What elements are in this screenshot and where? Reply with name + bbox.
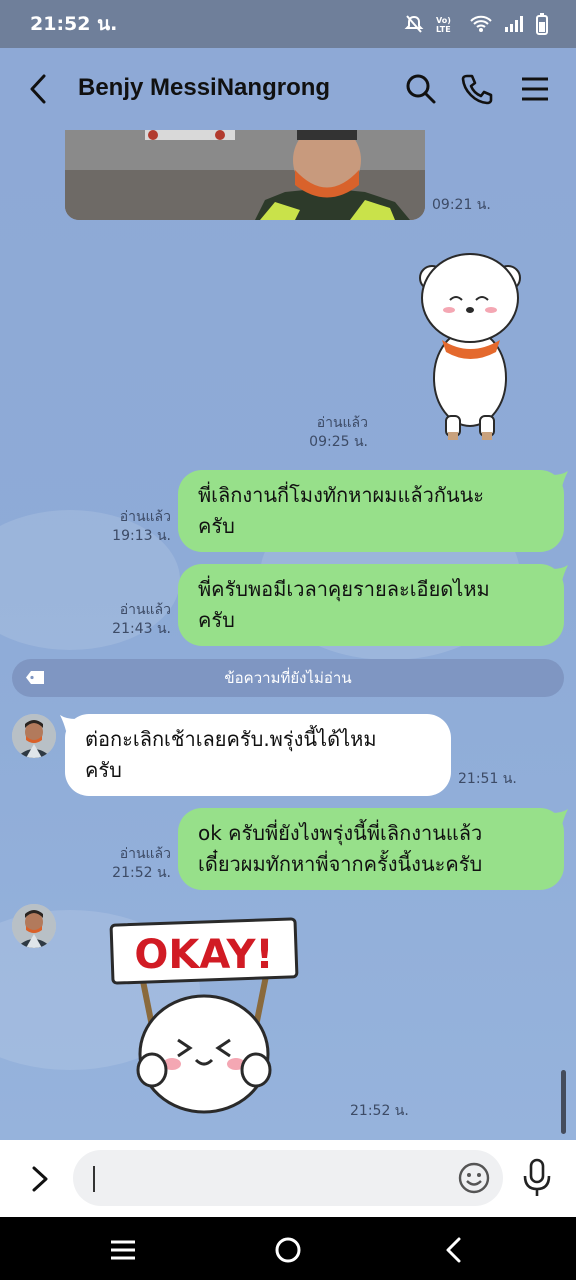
message-input[interactable]	[73, 1150, 503, 1206]
phone-icon[interactable]	[460, 72, 494, 106]
outgoing-message-bubble[interactable]: ok ครับพี่ยังไงพรุ่งนี้พี่เลิกงานแล้ว เด…	[178, 808, 564, 890]
avatar[interactable]	[12, 714, 56, 758]
message-input-bar	[0, 1140, 576, 1217]
message-text-line: ครับ	[198, 608, 235, 632]
wifi-icon	[470, 15, 492, 32]
status-icons: Vo) LTE	[404, 13, 548, 35]
chat-header: Benjy MessiNangrong	[0, 48, 576, 130]
bubble-tail	[552, 565, 568, 581]
bubble-tail	[60, 715, 76, 731]
system-nav-bar	[0, 1217, 576, 1280]
unread-label: ข้อความที่ยังไม่อ่าน	[224, 669, 352, 687]
signal-icon	[505, 16, 523, 32]
message-text-line: ครับ	[85, 758, 122, 782]
svg-text:Vo): Vo)	[436, 16, 451, 25]
nav-home-icon[interactable]	[273, 1235, 303, 1265]
scrollbar-thumb[interactable]	[561, 1070, 566, 1134]
mute-icon	[404, 15, 424, 33]
message-time: 19:13 น.	[112, 528, 171, 544]
message-time: 21:52 น.	[350, 1103, 409, 1119]
message-time: 21:43 น.	[112, 621, 171, 637]
mic-icon[interactable]	[522, 1158, 552, 1198]
message-text-line: ครับ	[198, 514, 235, 538]
read-receipt: อ่านแล้ว	[119, 509, 171, 525]
avatar-image	[12, 714, 56, 758]
bear-sticker[interactable]	[412, 248, 528, 444]
svg-text:LTE: LTE	[436, 25, 451, 33]
outgoing-message-bubble[interactable]: พี่ครับพอมีเวลาคุยรายละเอียดไหม ครับ	[178, 564, 564, 646]
avatar-image	[12, 904, 56, 948]
emoji-icon[interactable]	[458, 1162, 490, 1194]
bubble-tail	[552, 809, 568, 825]
back-icon[interactable]	[24, 72, 54, 106]
outgoing-message-bubble[interactable]: พี่เลิกงานกี่โมงทักหาผมแล้วกันนะ ครับ	[178, 470, 564, 552]
okay-sticker-text: OKAY!	[134, 932, 273, 978]
avatar[interactable]	[12, 904, 56, 948]
chat-title: Benjy MessiNangrong	[78, 74, 331, 101]
message-text-line: ok ครับพี่ยังไงพรุ่งนี้พี่เลิกงานแล้ว	[198, 821, 483, 845]
unread-messages-divider: ข้อความที่ยังไม่อ่าน	[12, 659, 564, 697]
search-icon[interactable]	[404, 72, 438, 106]
read-receipt: อ่านแล้ว	[119, 602, 171, 618]
incoming-message-bubble[interactable]: ต่อกะเลิกเช้าเลยครับ.พรุ่งนี้ได้ไหม ครับ	[65, 714, 451, 796]
message-time: 21:51 น.	[458, 771, 517, 787]
chevron-right-icon[interactable]	[28, 1164, 52, 1194]
photo-message[interactable]	[65, 130, 425, 220]
bubble-tail	[552, 471, 568, 487]
nav-recents-icon[interactable]	[108, 1235, 138, 1265]
okay-sticker[interactable]: OKAY!	[108, 916, 300, 1116]
volte-icon: Vo)LTE	[436, 16, 451, 33]
chat-message-list[interactable]: 09:21 น. อ่านแล้ว 09:25 น. อ่านแล้ว 19:1…	[0, 130, 576, 1140]
message-time: 09:25 น.	[309, 434, 368, 450]
read-receipt: อ่านแล้ว	[316, 415, 368, 431]
text-cursor	[93, 1166, 95, 1192]
battery-icon	[536, 13, 548, 35]
message-text-line: พี่ครับพอมีเวลาคุยรายละเอียดไหม	[198, 577, 490, 601]
photo-image	[65, 130, 425, 220]
status-bar: 21:52 น. Vo) LTE	[0, 0, 576, 48]
tag-icon	[26, 671, 44, 684]
message-time: 21:52 น.	[112, 865, 171, 881]
message-text-line: เดี๋ยวผมทักหาพี่จากครั้งนี้งนะครับ	[198, 852, 483, 876]
read-receipt: อ่านแล้ว	[119, 846, 171, 862]
message-text-line: ต่อกะเลิกเช้าเลยครับ.พรุ่งนี้ได้ไหม	[85, 727, 377, 751]
message-time: 09:21 น.	[432, 197, 491, 213]
menu-icon[interactable]	[518, 72, 552, 106]
nav-back-icon[interactable]	[440, 1235, 470, 1265]
status-time: 21:52 น.	[30, 13, 118, 35]
message-text-line: พี่เลิกงานกี่โมงทักหาผมแล้วกันนะ	[198, 483, 485, 507]
